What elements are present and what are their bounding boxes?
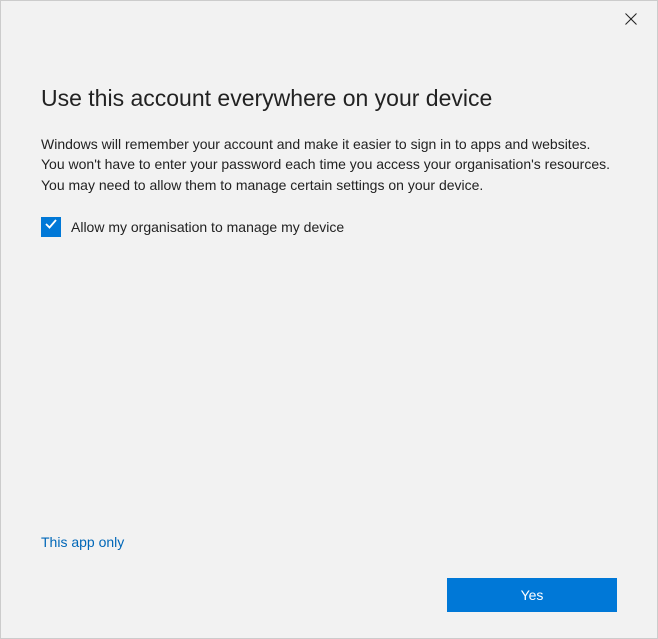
dialog-footer: This app only Yes: [41, 534, 617, 612]
this-app-only-link[interactable]: This app only: [41, 534, 124, 550]
dialog-title: Use this account everywhere on your devi…: [41, 85, 617, 112]
dialog-content: Use this account everywhere on your devi…: [1, 1, 657, 237]
yes-button[interactable]: Yes: [447, 578, 617, 612]
button-row: Yes: [41, 578, 617, 612]
checkmark-icon: [44, 217, 58, 236]
allow-manage-checkbox[interactable]: [41, 217, 61, 237]
dialog-description: Windows will remember your account and m…: [41, 134, 617, 195]
close-button[interactable]: [619, 9, 643, 33]
close-icon: [625, 12, 637, 30]
checkbox-label: Allow my organisation to manage my devic…: [71, 219, 344, 235]
checkbox-row: Allow my organisation to manage my devic…: [41, 217, 617, 237]
